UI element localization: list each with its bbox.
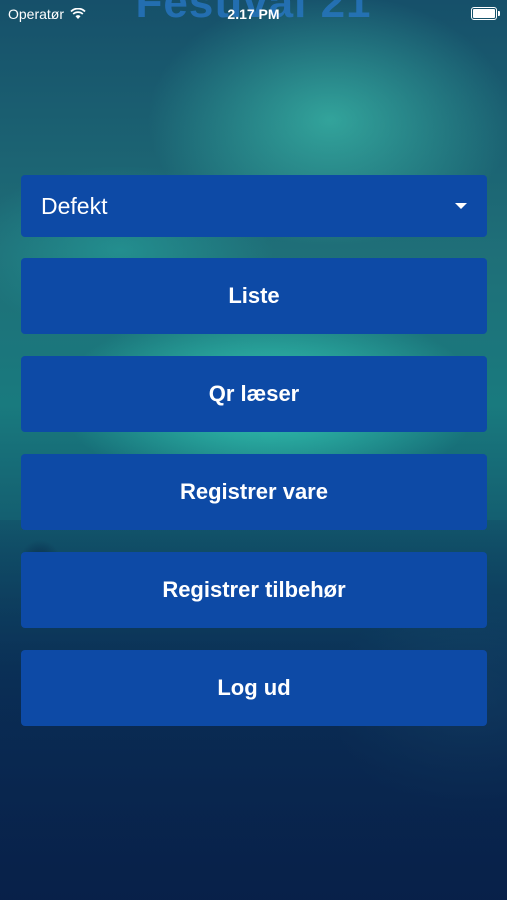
- register-item-button[interactable]: Registrer vare: [21, 454, 487, 530]
- battery-icon: [471, 7, 500, 20]
- list-button[interactable]: Liste: [21, 258, 487, 334]
- qr-reader-button[interactable]: Qr læser: [21, 356, 487, 432]
- logout-button[interactable]: Log ud: [21, 650, 487, 726]
- dropdown-selected-value: Defekt: [41, 192, 108, 219]
- status-dropdown[interactable]: Defekt: [21, 175, 487, 237]
- register-accessory-button[interactable]: Registrer tilbehør: [21, 552, 487, 628]
- chevron-down-icon: [455, 203, 467, 209]
- status-bar: Operatør 2.17 PM: [0, 0, 507, 28]
- status-time: 2.17 PM: [227, 6, 280, 22]
